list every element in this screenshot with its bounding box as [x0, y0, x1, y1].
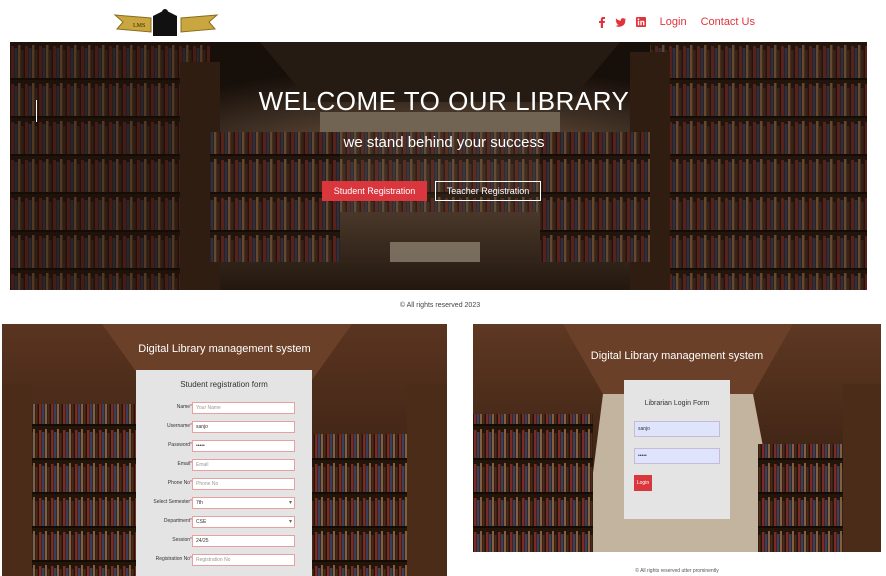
footer-copyright: © All rights reserved 2023	[399, 302, 481, 309]
email-input[interactable]: Email	[192, 459, 295, 471]
lms-logo[interactable]: LMS	[113, 6, 219, 38]
librarian-login-form: Librarian Login Form sanjo ••••• Login	[624, 380, 730, 519]
hero-subtitle: we stand behind your success	[343, 134, 545, 151]
username-row: Username* sanjo	[136, 421, 312, 433]
name-input[interactable]: Your Name	[192, 402, 295, 414]
department-label: Department*	[163, 518, 192, 524]
site-title: Digital Library management system	[590, 350, 764, 362]
username-label: Username*	[166, 423, 192, 429]
department-row: Department* CSE	[136, 516, 312, 528]
session-row: Session* 24/25	[136, 535, 312, 547]
registration-no-input[interactable]: Registration No	[192, 554, 295, 566]
login-footer-copyright: © All rights reserved utter prominently	[635, 568, 719, 574]
username-input[interactable]: sanjo	[192, 421, 295, 433]
student-registration-screenshot: Digital Library management system Studen…	[2, 324, 447, 576]
semester-select[interactable]: 7th	[192, 497, 295, 509]
session-label: Session*	[172, 537, 192, 543]
linkedin-icon[interactable]	[635, 17, 646, 27]
site-title: Digital Library management system	[138, 343, 311, 355]
library-background-image	[10, 42, 867, 290]
top-navbar: LMS Login Contact Us	[0, 0, 886, 42]
hero-buttons: Student Registration Teacher Registratio…	[322, 181, 541, 201]
department-select[interactable]: CSE	[192, 516, 295, 528]
contact-us-link[interactable]: Contact Us	[701, 16, 755, 28]
semester-row: Select Semester* 7th	[136, 497, 312, 509]
librarian-login-screenshot: Digital Library management system Librar…	[473, 324, 881, 552]
student-registration-button[interactable]: Student Registration	[322, 181, 427, 201]
phone-label: Phone No*	[167, 480, 192, 486]
hero-title: WELCOME TO OUR LIBRARY	[258, 86, 630, 116]
login-link[interactable]: Login	[660, 16, 687, 28]
hero-banner: WELCOME TO OUR LIBRARY we stand behind y…	[10, 42, 867, 290]
form-title: Student registration form	[180, 380, 268, 389]
logo-text: LMS	[133, 23, 145, 29]
email-row: Email* Email	[136, 459, 312, 471]
email-label: Email*	[177, 461, 192, 467]
nav-links: Login Contact Us	[598, 15, 755, 29]
phone-input[interactable]: Phone No	[192, 478, 295, 490]
teacher-registration-button[interactable]: Teacher Registration	[435, 181, 541, 201]
facebook-icon[interactable]	[598, 16, 605, 28]
password-label: Password*	[168, 442, 192, 448]
session-input[interactable]: 24/25	[192, 535, 295, 547]
semester-label: Select Semester*	[153, 499, 192, 505]
registration-no-row: Registration No* Registration No	[136, 554, 312, 566]
password-input[interactable]: •••••	[634, 448, 720, 464]
registration-no-label: Registration No*	[155, 556, 192, 562]
name-row: Name* Your Name	[136, 402, 312, 414]
phone-row: Phone No* Phone No	[136, 478, 312, 490]
password-row: Password* •••••	[136, 440, 312, 452]
login-form-title: Librarian Login Form	[644, 400, 710, 407]
username-input[interactable]: sanjo	[634, 421, 720, 437]
twitter-icon[interactable]	[614, 17, 626, 27]
student-registration-form: Student registration form Name* Your Nam…	[136, 370, 312, 576]
name-label: Name*	[176, 404, 192, 410]
password-input[interactable]: •••••	[192, 440, 295, 452]
login-button[interactable]: Login	[634, 475, 652, 491]
